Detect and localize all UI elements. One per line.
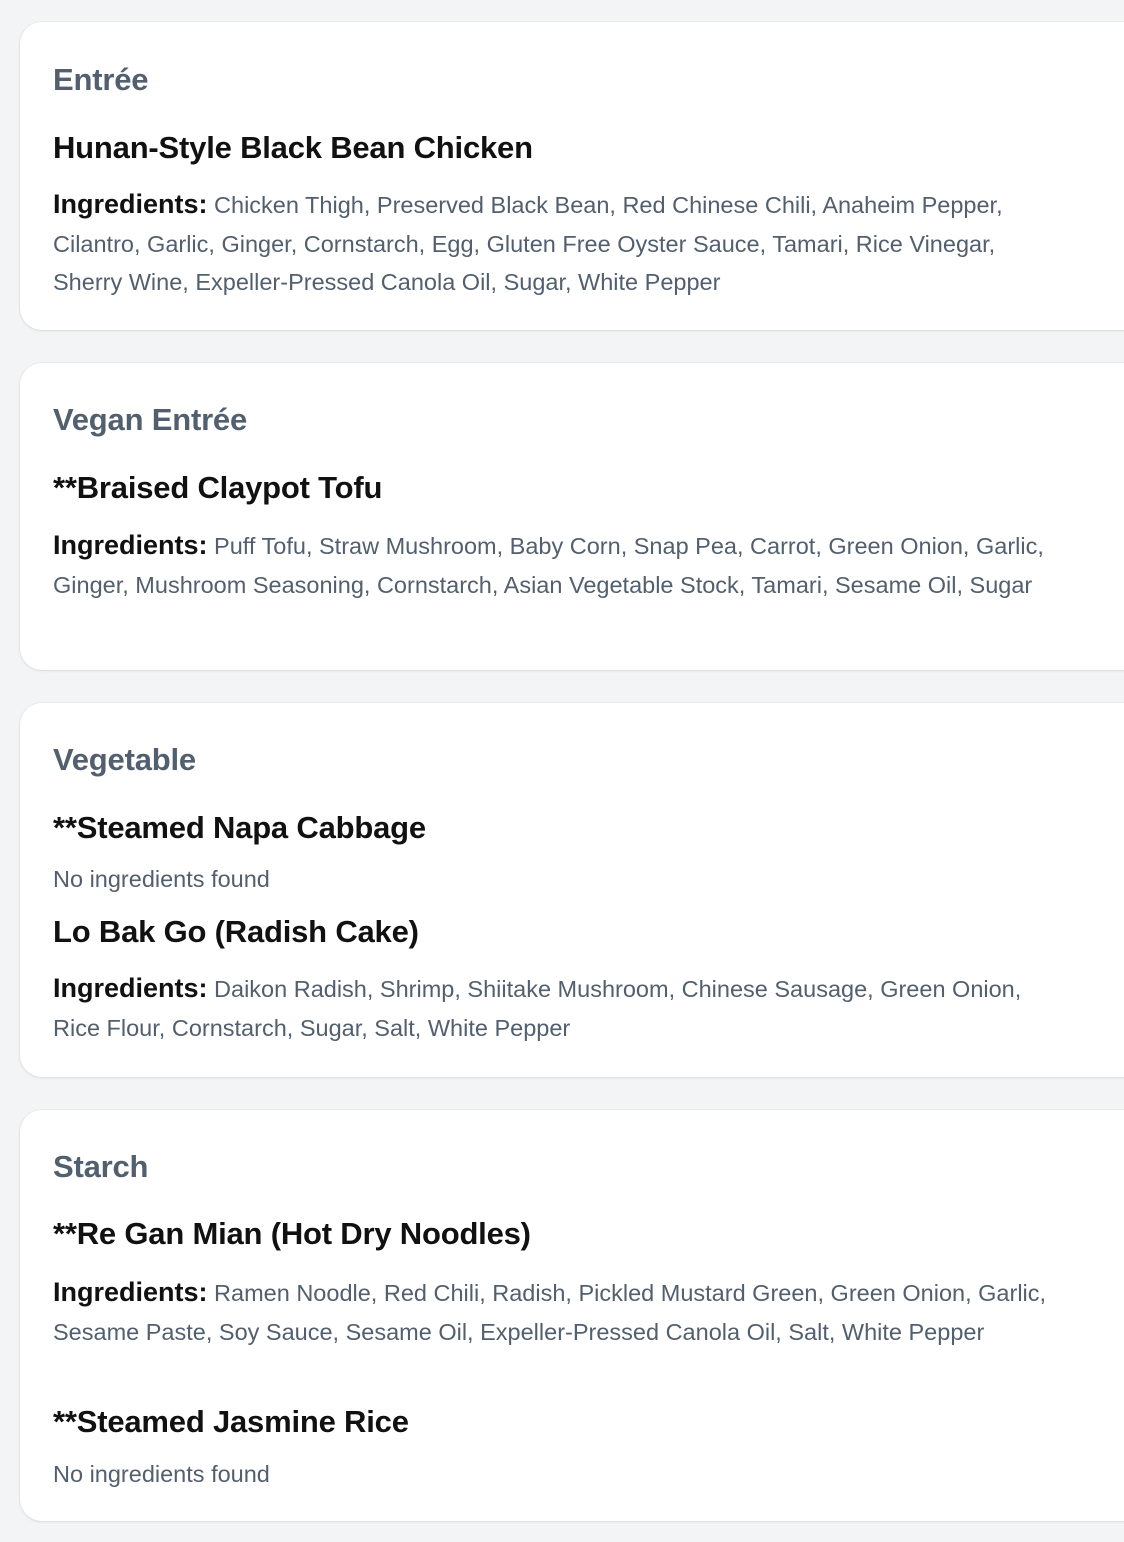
- category-heading: Starch: [53, 1149, 149, 1184]
- menu-page: Entrée Hunan-Style Black Bean Chicken In…: [0, 0, 1124, 1542]
- ingredients-label: Ingredients:: [53, 189, 208, 219]
- ingredients-text: Ingredients: Ramen Noodle, Red Chili, Ra…: [53, 1273, 1063, 1351]
- dish-name: Hunan-Style Black Bean Chicken: [53, 130, 533, 165]
- no-ingredients-text: No ingredients found: [53, 866, 270, 892]
- dish-name: Lo Bak Go (Radish Cake): [53, 914, 419, 949]
- category-heading: Vegetable: [53, 742, 196, 777]
- ingredients-label: Ingredients:: [53, 973, 208, 1003]
- category-heading: Vegan Entrée: [53, 402, 248, 437]
- no-ingredients-text: No ingredients found: [53, 1461, 270, 1487]
- menu-card-vegan-entree: Vegan Entrée **Braised Claypot Tofu Ingr…: [20, 363, 1124, 670]
- ingredients-text: Ingredients: Chicken Thigh, Preserved Bl…: [53, 185, 1063, 302]
- category-heading: Entrée: [53, 62, 149, 97]
- menu-card-vegetable: Vegetable **Steamed Napa Cabbage No ingr…: [20, 703, 1124, 1077]
- menu-card-entree: Entrée Hunan-Style Black Bean Chicken In…: [20, 22, 1124, 330]
- ingredients-text: Ingredients: Daikon Radish, Shrimp, Shii…: [53, 969, 1063, 1047]
- ingredients-label: Ingredients:: [53, 530, 208, 560]
- ingredients-text: Ingredients: Puff Tofu, Straw Mushroom, …: [53, 526, 1063, 604]
- dish-name: **Re Gan Mian (Hot Dry Noodles): [53, 1216, 531, 1251]
- dish-name: **Braised Claypot Tofu: [53, 470, 383, 505]
- dish-name: **Steamed Jasmine Rice: [53, 1404, 409, 1439]
- menu-card-starch: Starch **Re Gan Mian (Hot Dry Noodles) I…: [20, 1110, 1124, 1521]
- ingredients-label: Ingredients:: [53, 1277, 208, 1307]
- dish-name: **Steamed Napa Cabbage: [53, 810, 426, 845]
